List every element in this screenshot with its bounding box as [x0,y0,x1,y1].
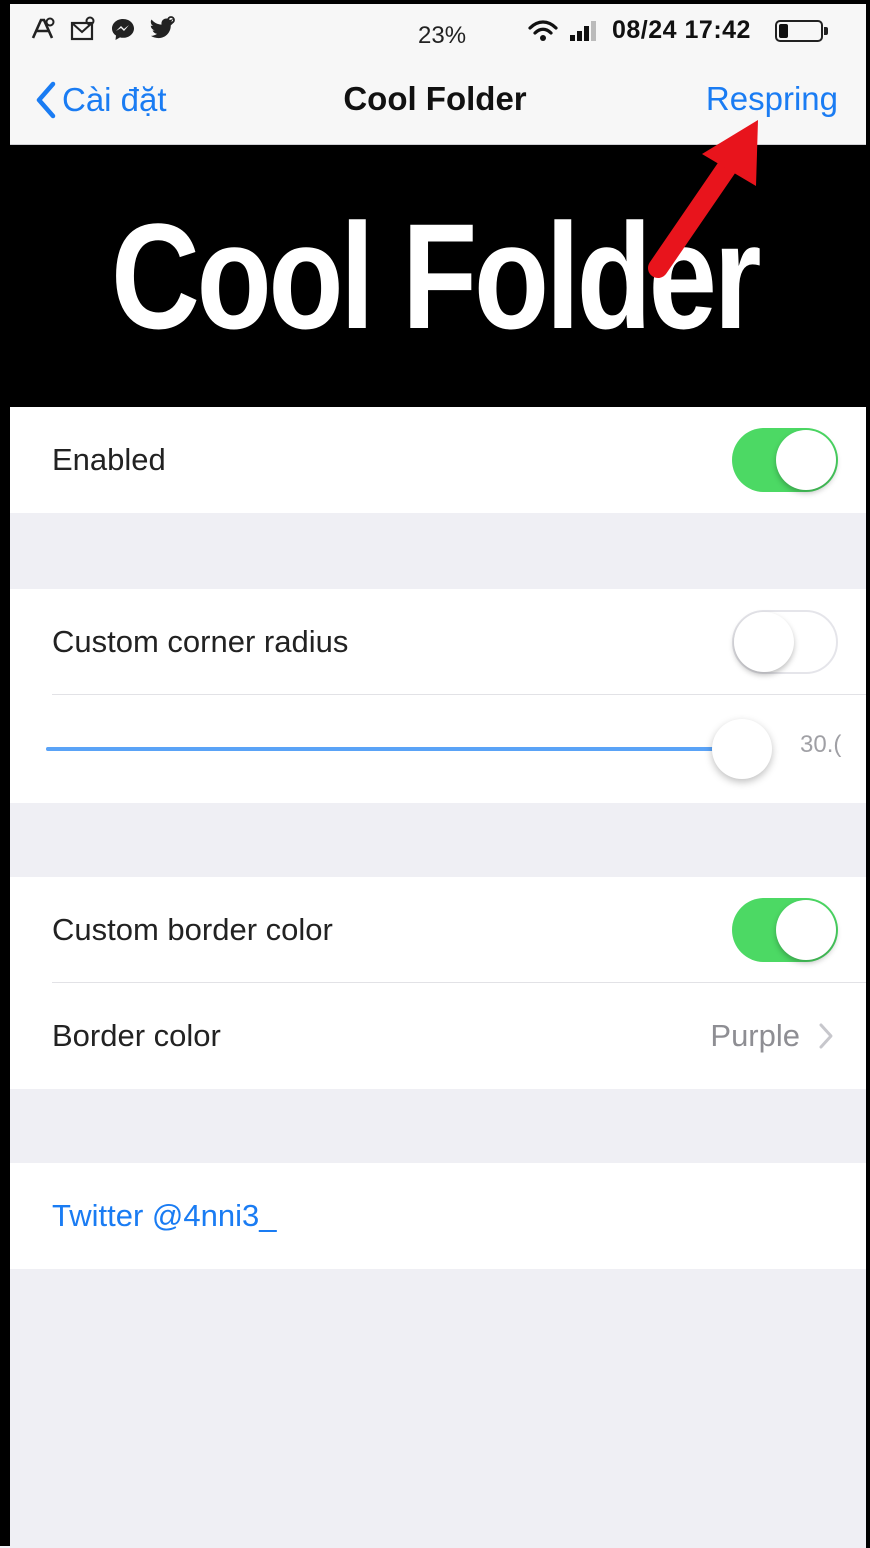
slider-fill [46,747,726,751]
border-color-label: Border color [52,1018,221,1053]
twitter-icon [150,16,175,39]
corner-radius-label: Custom corner radius [52,624,349,659]
chevron-right-icon [819,1023,833,1049]
border-color-toggle-row: Custom border color [0,877,870,983]
battery-level [778,23,788,38]
annotation-arrow-icon [648,120,758,278]
switch-knob [776,430,836,490]
twitter-row[interactable]: Twitter @4nni3_ [0,1163,870,1269]
battery-icon [774,19,828,42]
corner-radius-switch[interactable] [732,610,838,674]
status-datetime: 08/24 17:42 [612,16,751,44]
border-color-row[interactable]: Border color Purple [0,983,870,1089]
custom-border-color-label: Custom border color [52,912,333,947]
notification-icons [30,16,176,42]
signal-icon [570,20,596,41]
corner-radius-slider-row: 30.( [0,695,870,803]
settings-group-links: Twitter @4nni3_ [0,1163,870,1269]
enabled-row: Enabled [0,407,870,513]
status-bar: 23% 08/24 17:42 [0,0,870,66]
corner-radius-slider-thumb[interactable] [712,719,772,779]
status-right: 08/24 17:42 [528,16,828,45]
app-notification-icon [31,17,55,39]
custom-border-color-switch[interactable] [732,898,838,962]
switch-knob [734,612,794,672]
enabled-switch[interactable] [732,428,838,492]
settings-group-border: Custom border color Border color Purple [0,877,870,1089]
enabled-label: Enabled [52,442,166,477]
corner-radius-slider-track[interactable] [46,747,746,751]
settings-group-corner-radius: Custom corner radius 30.( [0,589,870,803]
mail-notification-icon [70,16,95,41]
battery-percent: 23% [418,22,467,49]
corner-radius-value: 30.( [800,731,842,758]
twitter-link[interactable]: Twitter @4nni3_ [52,1198,276,1234]
border-color-value: Purple [710,1018,800,1053]
settings-group-enabled: Enabled [0,407,870,513]
corner-radius-row: Custom corner radius [0,589,870,695]
respring-button[interactable]: Respring [706,80,838,118]
messenger-icon [112,19,134,40]
switch-knob [776,900,836,960]
wifi-icon [528,19,558,41]
